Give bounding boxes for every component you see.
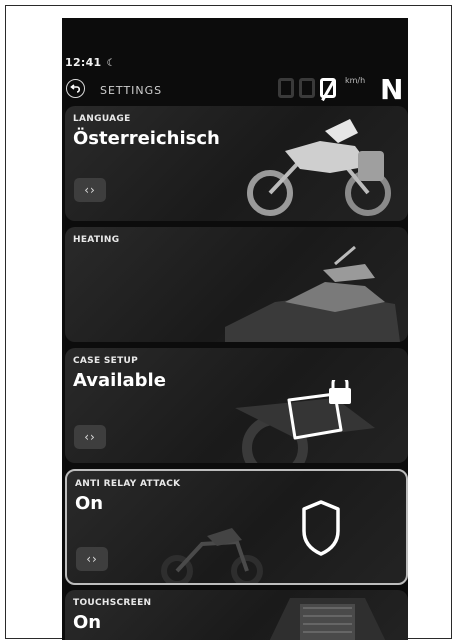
motorcycle-image	[225, 245, 400, 342]
settings-title: SETTINGS	[100, 84, 163, 97]
moon-icon: ☾	[106, 58, 116, 69]
speed-digit	[299, 78, 315, 98]
dashboard-image	[269, 598, 386, 640]
speed-digit-zero	[320, 78, 336, 98]
case-setup-card[interactable]: CASE SETUP Available ‹›	[65, 348, 408, 463]
speed-digit	[278, 78, 294, 98]
gear-indicator: N	[380, 73, 404, 106]
shield-icon	[302, 500, 340, 556]
card-title: TOUCHSCREEN	[73, 598, 152, 608]
status-bar: 12:41 ☾	[65, 56, 116, 69]
card-value: On	[75, 493, 104, 514]
change-value-arrows[interactable]: ‹›	[74, 178, 106, 202]
case-lock-icon	[287, 380, 351, 440]
heating-card[interactable]: HEATING	[65, 227, 408, 342]
card-value: Available	[73, 370, 166, 391]
change-value-arrows[interactable]: ‹›	[76, 547, 108, 571]
motorcycle-image	[247, 119, 391, 216]
anti-relay-attack-card[interactable]: ANTI RELAY ATTACK On ‹›	[65, 469, 408, 585]
language-card[interactable]: LANGUAGE Österreichisch ‹›	[65, 106, 408, 221]
card-title: HEATING	[73, 235, 120, 245]
change-value-arrows[interactable]: ‹›	[74, 425, 106, 449]
speed-unit: km/h	[345, 76, 366, 85]
card-title: CASE SETUP	[73, 356, 139, 366]
card-value: Österreichisch	[73, 128, 220, 149]
clock-time: 12:41	[65, 56, 102, 69]
motorcycle-image	[161, 528, 263, 583]
back-button[interactable]	[66, 79, 85, 98]
card-value: On	[73, 612, 102, 633]
touchscreen-card[interactable]: TOUCHSCREEN On	[65, 590, 408, 640]
card-title: ANTI RELAY ATTACK	[75, 479, 181, 489]
card-title: LANGUAGE	[73, 114, 131, 124]
back-arrow-icon	[70, 84, 81, 93]
device-screen: 12:41 ☾ SETTINGS km/h N LANGUAGE Österrei…	[62, 18, 408, 640]
